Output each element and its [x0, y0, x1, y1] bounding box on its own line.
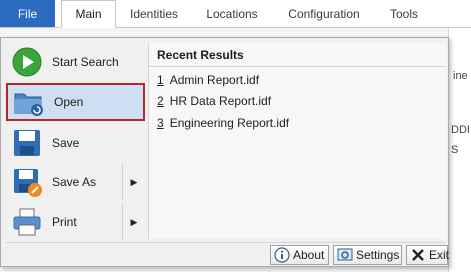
save-as-icon	[11, 166, 43, 198]
file-menu-footer: About Settings Exit	[6, 242, 450, 265]
print-command[interactable]: Print ▶	[6, 204, 145, 240]
background-grid-column: ine DDI S	[448, 28, 471, 272]
recent-result-number: 1	[157, 73, 164, 87]
recent-result-name: Admin Report.idf	[169, 73, 260, 87]
save-as-command[interactable]: Save As ▶	[6, 164, 145, 200]
background-text-fragment: S	[451, 144, 459, 156]
settings-label: Settings	[356, 248, 400, 262]
recent-result-number: 2	[157, 94, 164, 108]
tab-main[interactable]: Main	[61, 0, 116, 28]
file-menu: Start Search Open Save Save As ▶ Print ▶…	[0, 37, 449, 267]
ribbon-tab-bar: File Main Identities Locations Configura…	[0, 0, 471, 28]
recent-result-name: HR Data Report.idf	[169, 94, 272, 108]
print-submenu-arrow[interactable]: ▶	[122, 204, 145, 240]
info-icon	[274, 247, 290, 263]
exit-icon	[410, 247, 426, 263]
settings-button[interactable]: Settings	[333, 245, 402, 265]
background-text-fragment: ine	[453, 70, 468, 82]
recent-result-name: Engineering Report.idf	[169, 116, 290, 130]
file-menu-commands: Start Search Open Save Save As ▶ Print ▶	[6, 43, 145, 240]
play-icon	[11, 46, 43, 78]
save-command[interactable]: Save	[6, 125, 145, 161]
save-icon	[11, 127, 43, 159]
save-as-submenu-arrow[interactable]: ▶	[122, 164, 145, 200]
open-command[interactable]: Open	[6, 83, 145, 121]
exit-button[interactable]: Exit	[406, 245, 450, 265]
print-icon	[11, 206, 43, 238]
print-label: Print	[52, 215, 77, 229]
recent-results-title: Recent Results	[157, 48, 244, 62]
recent-result-number: 3	[157, 116, 164, 130]
tab-identities[interactable]: Identities	[120, 0, 188, 27]
tab-tools[interactable]: Tools	[381, 0, 427, 27]
start-search-label: Start Search	[52, 55, 119, 69]
recent-result-item[interactable]: 1 Admin Report.idf	[157, 73, 259, 87]
recent-result-item[interactable]: 2 HR Data Report.idf	[157, 94, 271, 108]
settings-icon	[337, 247, 353, 263]
recent-results-panel: Recent Results 1 Admin Report.idf 2 HR Dat…	[148, 43, 446, 239]
start-search-command[interactable]: Start Search	[6, 44, 145, 80]
file-tab[interactable]: File	[0, 0, 55, 27]
exit-label: Exit	[429, 248, 450, 262]
save-label: Save	[52, 136, 80, 150]
open-folder-icon	[13, 86, 45, 118]
recent-result-item[interactable]: 3 Engineering Report.idf	[157, 116, 289, 130]
save-as-label: Save As	[52, 175, 97, 189]
background-text-fragment: DDI	[451, 124, 470, 136]
about-label: About	[293, 248, 325, 262]
open-label: Open	[54, 95, 84, 109]
about-button[interactable]: About	[270, 245, 329, 265]
recent-results-divider	[149, 66, 446, 67]
tab-locations[interactable]: Locations	[198, 0, 266, 27]
tab-configuration[interactable]: Configuration	[278, 0, 370, 27]
